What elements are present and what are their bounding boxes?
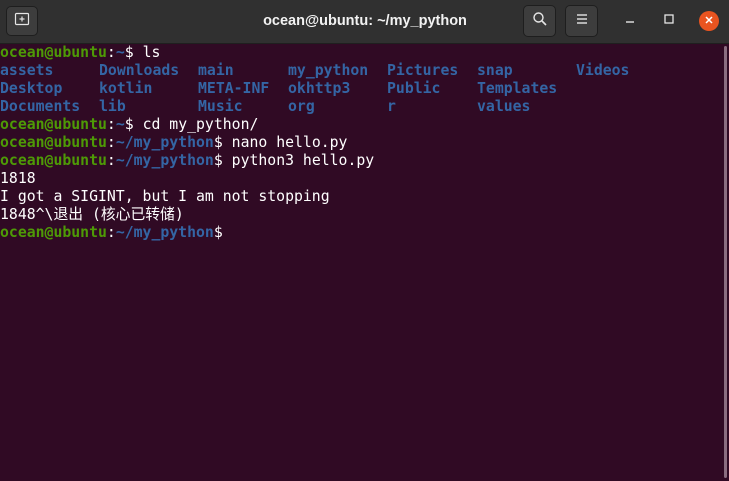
command-text: python3 hello.py <box>231 152 375 169</box>
menu-button[interactable] <box>565 5 598 37</box>
prompt-user: ocean@ubuntu <box>0 152 107 169</box>
ls-entry: org <box>288 98 315 115</box>
terminal-line: ocean@ubuntu:~$ cd my_python/ <box>0 116 720 134</box>
title-bar: ocean@ubuntu: ~/my_python <box>0 0 729 44</box>
ls-entry: META-INF <box>198 80 270 97</box>
window-title: ocean@ubuntu: ~/my_python <box>263 13 467 29</box>
maximize-icon <box>663 12 675 30</box>
prompt-user: ocean@ubuntu <box>0 224 107 241</box>
prompt-symbol: $ <box>124 116 143 133</box>
output-line: 1818 <box>0 170 36 187</box>
prompt-separator: : <box>106 44 116 61</box>
prompt-separator: : <box>106 224 116 241</box>
ls-entry: Pictures <box>387 62 459 79</box>
prompt-user: ocean@ubuntu <box>0 44 107 61</box>
ls-row: Documents lib Music org r values <box>0 98 720 116</box>
ls-entry: r <box>387 98 396 115</box>
new-tab-button[interactable] <box>6 6 38 36</box>
ls-entry: values <box>477 98 531 115</box>
ls-entry: Public <box>387 80 441 97</box>
scrollbar-thumb[interactable] <box>724 46 727 478</box>
ls-entry: kotlin <box>99 80 153 97</box>
prompt-symbol: $ <box>213 224 223 241</box>
ls-entry: Documents <box>0 98 81 115</box>
ls-entry: Templates <box>477 80 558 97</box>
ls-entry: my_python <box>288 62 369 79</box>
search-button[interactable] <box>523 5 556 37</box>
prompt-user: ocean@ubuntu <box>0 134 107 151</box>
prompt-user: ocean@ubuntu <box>0 116 107 133</box>
ls-entry: main <box>198 62 234 79</box>
scrollbar[interactable] <box>722 44 729 481</box>
prompt-separator: : <box>106 116 116 133</box>
minimize-icon <box>624 12 636 30</box>
command-text: nano hello.py <box>231 134 348 151</box>
terminal-line: ocean@ubuntu:~$ ls <box>0 44 720 62</box>
ls-entry: assets <box>0 62 54 79</box>
hamburger-menu-icon <box>575 12 589 31</box>
prompt-path: ~/my_python <box>115 134 214 151</box>
search-icon <box>532 11 548 32</box>
ls-entry: Music <box>198 98 243 115</box>
prompt-path: ~ <box>115 44 125 61</box>
ls-entry: lib <box>99 98 126 115</box>
terminal-output[interactable]: ocean@ubuntu:~$ ls assets Downloads main my… <box>0 44 720 481</box>
output-line: I got a SIGINT, but I am not stopping <box>0 188 330 205</box>
maximize-button[interactable] <box>659 11 679 31</box>
prompt-path: ~/my_python <box>115 152 214 169</box>
ls-entry: Videos <box>576 62 630 79</box>
close-button[interactable] <box>699 11 719 31</box>
prompt-symbol: $ <box>124 44 143 61</box>
new-tab-icon <box>14 11 30 32</box>
terminal-line: ocean@ubuntu:~/my_python$ python3 hello.… <box>0 152 720 170</box>
close-icon <box>704 12 714 30</box>
terminal-line: ocean@ubuntu:~/my_python$ <box>0 224 720 242</box>
output-line: 1848^\退出 (核心已转储) <box>0 206 184 223</box>
prompt-separator: : <box>106 152 116 169</box>
ls-entry: snap <box>477 62 513 79</box>
prompt-symbol: $ <box>213 134 232 151</box>
command-text: cd my_python/ <box>142 116 259 133</box>
ls-entry: Desktop <box>0 80 63 97</box>
ls-row: assets Downloads main my_python Pictures snap… <box>0 62 720 80</box>
ls-entry: Downloads <box>99 62 180 79</box>
ls-row: Desktop kotlin META-INF okhttp3 Public Templa… <box>0 80 720 98</box>
ls-entry: okhttp3 <box>288 80 351 97</box>
minimize-button[interactable] <box>620 11 640 31</box>
prompt-symbol: $ <box>213 152 232 169</box>
command-text: ls <box>142 44 161 61</box>
prompt-path: ~ <box>115 116 125 133</box>
terminal-line: ocean@ubuntu:~/my_python$ nano hello.py <box>0 134 720 152</box>
prompt-separator: : <box>106 134 116 151</box>
prompt-path: ~/my_python <box>115 224 214 241</box>
